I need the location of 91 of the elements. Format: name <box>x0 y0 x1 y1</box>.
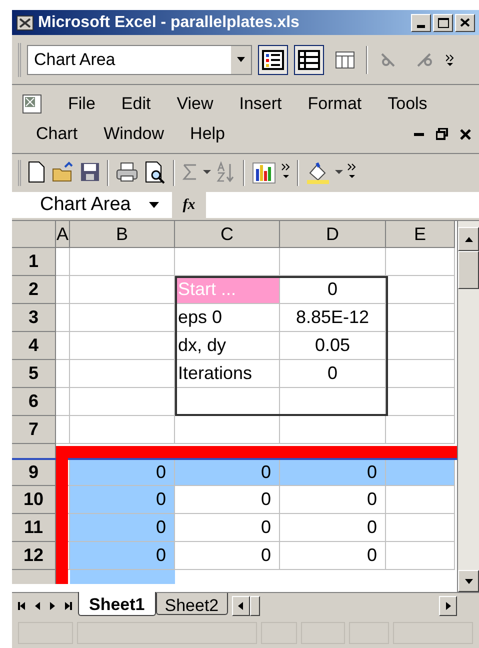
window-title: Microsoft Excel - parallelplates.xls <box>38 12 300 32</box>
table-cell: 0.05 <box>280 332 386 360</box>
columns-icon <box>334 50 356 70</box>
scroll-thumb[interactable] <box>458 251 479 289</box>
sheet-tab[interactable]: Sheet2 <box>156 593 228 615</box>
select-all-button[interactable] <box>12 221 56 248</box>
row-header[interactable]: 2 <box>12 276 56 304</box>
table-cell: 0 <box>280 276 386 304</box>
row-header[interactable]: 9 <box>12 460 56 486</box>
table-cell: 0 <box>70 542 175 570</box>
print-preview-icon[interactable] <box>143 161 167 185</box>
table-cell: 0 <box>175 460 280 486</box>
more-icon[interactable] <box>446 54 454 66</box>
chart-icon[interactable] <box>251 161 277 185</box>
formula-field[interactable] <box>206 192 479 218</box>
minimize-icon[interactable] <box>414 132 424 136</box>
table-cell: Start ... <box>175 276 280 304</box>
row-header[interactable]: 4 <box>12 332 56 360</box>
close-icon <box>460 18 470 27</box>
table-cell: Iterations <box>175 360 280 388</box>
table-cell: 0 <box>175 542 280 570</box>
legend-icon <box>262 50 284 70</box>
restore-icon[interactable] <box>436 128 448 140</box>
menu-item[interactable]: Window <box>102 121 166 147</box>
row-header[interactable]: 3 <box>12 304 56 332</box>
name-box[interactable]: Chart Area <box>12 192 172 218</box>
caret-icon <box>237 57 245 62</box>
table-cell: eps 0 <box>175 304 280 332</box>
table-cell: 0 <box>280 460 386 486</box>
row-header[interactable]: 1 <box>12 248 56 276</box>
table-cell: 0 <box>280 486 386 514</box>
table-cell: 0 <box>70 514 175 542</box>
scroll-right-button[interactable] <box>439 596 457 616</box>
menu-item[interactable]: Insert <box>237 91 284 117</box>
menu-item[interactable]: Help <box>188 121 228 147</box>
column-header[interactable]: A <box>56 221 70 248</box>
menu-item[interactable]: Chart <box>34 121 80 147</box>
table-cell: 0 <box>280 360 386 388</box>
last-sheet-icon[interactable] <box>65 602 72 610</box>
row-header[interactable]: 10 <box>12 486 56 514</box>
chart-toolbar-button[interactable] <box>294 44 324 74</box>
table-cell: 8.85E-12 <box>280 304 386 332</box>
row-header[interactable]: 12 <box>12 542 56 570</box>
data-table-icon <box>298 50 320 70</box>
close-icon[interactable] <box>460 128 471 140</box>
table-cell: dx, dy <box>175 332 280 360</box>
scroll-up-button[interactable] <box>458 227 479 251</box>
table-cell: 0 <box>280 542 386 570</box>
row-header[interactable]: 11 <box>12 514 56 542</box>
menu-item[interactable]: Edit <box>119 91 153 117</box>
scroll-thumb[interactable] <box>250 596 260 616</box>
table-cell: 0 <box>70 460 175 486</box>
scroll-left-button[interactable] <box>232 596 250 616</box>
scroll-down-button[interactable] <box>458 570 479 592</box>
column-header[interactable]: E <box>386 221 455 248</box>
next-sheet-icon[interactable] <box>50 602 55 610</box>
right-arrow-icon <box>446 602 450 610</box>
excel-icon <box>16 14 34 30</box>
menu-item[interactable]: Format <box>306 91 364 117</box>
down-arrow-icon <box>464 578 472 584</box>
table-cell: 0 <box>280 514 386 542</box>
chart-toolbar-button[interactable] <box>258 44 288 74</box>
paint-bucket-icon[interactable] <box>305 161 331 185</box>
minimize-button[interactable] <box>411 14 431 32</box>
first-sheet-icon[interactable] <box>18 602 25 610</box>
row-header[interactable]: 5 <box>12 360 56 388</box>
menu-item[interactable]: Tools <box>386 91 430 117</box>
menu-item[interactable]: View <box>174 91 216 117</box>
object-dropdown[interactable]: Chart Area <box>27 44 252 74</box>
table-cell: 0 <box>70 486 175 514</box>
maximize-icon <box>438 18 448 28</box>
function-label: fx <box>182 196 196 215</box>
row-header[interactable]: 6 <box>12 388 56 416</box>
maximize-button[interactable] <box>433 14 453 32</box>
minimize-icon <box>417 24 425 28</box>
menu-item[interactable]: File <box>66 91 98 117</box>
row-header[interactable]: 7 <box>12 416 56 444</box>
row-header[interactable] <box>12 570 56 584</box>
left-arrow-icon <box>238 602 244 610</box>
table-cell: 0 <box>175 486 280 514</box>
caret-icon <box>148 202 159 208</box>
previous-sheet-icon[interactable] <box>35 602 40 610</box>
column-header[interactable]: B <box>70 221 175 248</box>
column-header[interactable]: C <box>175 221 280 248</box>
workbook-icon[interactable] <box>22 93 44 115</box>
row-header[interactable] <box>12 444 56 458</box>
column-header[interactable]: D <box>280 221 386 248</box>
table-cell: 0 <box>175 514 280 542</box>
up-arrow-icon <box>464 236 472 242</box>
sheet-tab[interactable]: Sheet1 <box>78 592 156 616</box>
close-button[interactable] <box>455 14 475 32</box>
